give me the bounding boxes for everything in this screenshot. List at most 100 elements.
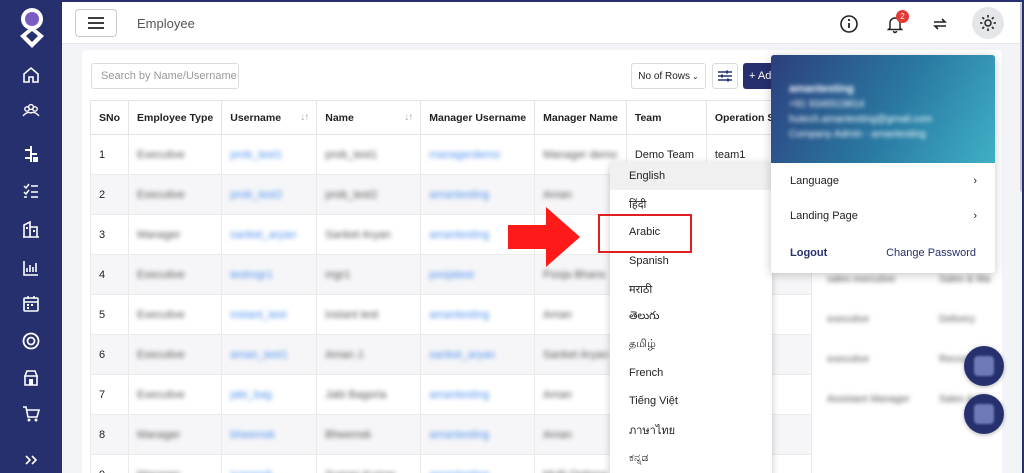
app-window: Employee 2 No of Rows ⌄: [0, 0, 1024, 473]
expand-sidebar-icon[interactable]: [18, 447, 44, 473]
cell-username-text[interactable]: prob_test2: [230, 189, 282, 201]
language-option-telugu[interactable]: తెలుగు: [610, 303, 772, 331]
sliders-icon: [718, 70, 732, 82]
switch-icon[interactable]: [926, 10, 954, 38]
cell-sno: 4: [90, 254, 129, 295]
cell-employee-type-text: Executive: [137, 268, 185, 281]
cell-employee-type: Executive: [127, 254, 223, 295]
cell-username-text[interactable]: testmgr1: [230, 269, 273, 281]
cell-manager-username-text[interactable]: amantesting: [429, 389, 489, 401]
store-icon[interactable]: [18, 365, 44, 391]
cell-manager-username-text[interactable]: managerdemo: [429, 149, 500, 161]
search-input[interactable]: [91, 63, 239, 89]
team-icon[interactable]: [18, 98, 44, 124]
cell-username-text[interactable]: aman_test1: [230, 349, 287, 361]
cell-username-text[interactable]: prob_test1: [230, 149, 282, 161]
rows-per-page-select[interactable]: No of Rows ⌄: [631, 63, 706, 89]
notification-bell-icon[interactable]: 2: [881, 10, 909, 38]
cell-name-text: Jabi Bagoria: [325, 388, 387, 401]
profile-company: Company Admin - amantesting: [789, 129, 926, 140]
cell-manager-username: amantesting: [420, 414, 536, 455]
hidden-department-cell: Sales & Ma: [939, 274, 991, 285]
cell-name: Jabi Bagoria: [316, 374, 422, 415]
cell-username-text[interactable]: bheemsk: [230, 429, 275, 441]
cell-username-text[interactable]: sanket_aryan: [230, 229, 296, 241]
language-dropdown: English हिंदी Arabic Spanish मराठी తెలుగ…: [610, 162, 772, 473]
cell-manager-username-text[interactable]: poojatest: [429, 269, 474, 281]
language-menu-item[interactable]: Language: [790, 175, 839, 187]
cell-employee-type: Executive: [127, 174, 223, 215]
language-option-english[interactable]: English: [610, 162, 772, 190]
cell-name: prob_test2: [316, 174, 422, 215]
col-manager-username[interactable]: Manager Username: [420, 100, 536, 135]
language-option-marathi[interactable]: मराठी: [610, 275, 772, 303]
sort-icon[interactable]: ↓↑: [404, 112, 413, 123]
bar-chart-icon[interactable]: [18, 255, 44, 281]
home-icon[interactable]: [18, 62, 44, 88]
cell-sno-text: 4: [99, 268, 106, 281]
rows-select-label: No of Rows: [638, 70, 690, 82]
cell-name-text: Sanket Aryan: [325, 228, 391, 241]
cell-manager-username-text[interactable]: amantesting: [429, 229, 489, 241]
cell-sno: 5: [90, 294, 129, 335]
building-icon[interactable]: [18, 216, 44, 242]
cell-name-text: Suman Kumar: [325, 469, 395, 473]
page-scrollbar[interactable]: [1020, 2, 1022, 192]
target-icon[interactable]: [18, 328, 44, 354]
language-option-french[interactable]: French: [610, 359, 772, 387]
distribution-icon[interactable]: [18, 141, 44, 167]
cell-username-text[interactable]: sumandi: [230, 469, 272, 473]
col-name[interactable]: Name ↓↑: [316, 100, 422, 135]
sidebar: [2, 2, 62, 473]
cell-manager-username-text[interactable]: amantesting: [429, 429, 489, 441]
cell-username: sanket_aryan: [221, 214, 318, 255]
language-option-tamil[interactable]: தமிழ்: [610, 331, 772, 359]
cell-manager-username-text[interactable]: amantesting: [429, 469, 489, 473]
col-username[interactable]: Username ↓↑: [221, 100, 318, 135]
landing-page-menu-item[interactable]: Landing Page: [790, 210, 858, 222]
cell-employee-type-text: Executive: [137, 188, 185, 201]
language-option-thai[interactable]: ภาษาไทย: [610, 416, 772, 444]
cell-employee-type-text: Manager: [137, 428, 181, 441]
cart-icon[interactable]: [18, 401, 44, 427]
floating-help-button[interactable]: [964, 394, 1004, 434]
col-sno[interactable]: SNo: [90, 100, 129, 135]
col-team[interactable]: Team: [625, 100, 707, 135]
hidden-role-cell: executive: [827, 314, 870, 325]
cell-manager-username: amantesting: [420, 374, 536, 415]
menu-toggle-button[interactable]: [75, 9, 117, 37]
cell-name: Bheemsk: [316, 414, 422, 455]
settings-gear-icon[interactable]: [972, 7, 1004, 39]
cell-manager-name-text: Pooja Bhans: [543, 268, 606, 281]
brand-logo[interactable]: [14, 6, 50, 54]
calendar-icon[interactable]: [18, 291, 44, 317]
cell-name: prob_test1: [316, 134, 422, 175]
cell-name-text: Bheemsk: [325, 428, 372, 441]
cell-sno: 1: [90, 134, 129, 175]
logout-button[interactable]: Logout: [790, 247, 827, 259]
hidden-role-cell: Assistant Manager: [827, 394, 910, 405]
chevron-right-icon: ›: [973, 175, 977, 187]
change-password-link[interactable]: Change Password: [886, 247, 976, 259]
cell-manager-username-text[interactable]: amantesting: [429, 309, 489, 321]
cell-username-text[interactable]: instant_test: [230, 309, 286, 321]
profile-header: amantesting +91 9346519814 hutech.amante…: [771, 55, 995, 163]
filter-settings-button[interactable]: [712, 63, 738, 89]
cell-sno: 2: [90, 174, 129, 215]
profile-dropdown: amantesting +91 9346519814 hutech.amante…: [771, 55, 995, 273]
language-option-vietnamese[interactable]: Tiếng Việt: [610, 387, 772, 415]
cell-employee-type-text: Executive: [137, 308, 185, 321]
cell-manager-username-text[interactable]: sanket_aryan: [429, 349, 495, 361]
info-icon[interactable]: [835, 10, 863, 38]
cell-sno-text: 2: [99, 188, 106, 201]
cell-username-text[interactable]: jabi_bag: [230, 389, 272, 401]
language-option-kannada[interactable]: ಕನ್ನಡ: [610, 444, 772, 472]
task-list-icon[interactable]: [18, 178, 44, 204]
sort-icon[interactable]: ↓↑: [300, 112, 309, 123]
cell-manager-username-text[interactable]: amantesting: [429, 189, 489, 201]
col-manager-name[interactable]: Manager Name: [534, 100, 627, 135]
cell-employee-type-text: Manager: [137, 228, 181, 241]
cell-employee-type-text: Executive: [137, 148, 185, 161]
floating-chat-button[interactable]: [964, 346, 1004, 386]
col-employee-type[interactable]: Employee Type: [127, 100, 223, 135]
